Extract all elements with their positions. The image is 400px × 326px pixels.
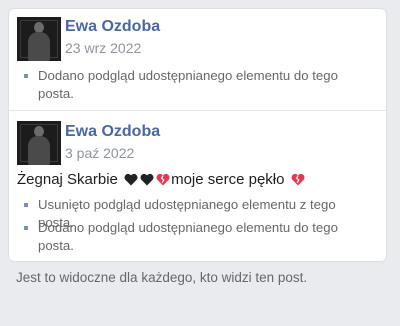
post-date[interactable]: 23 wrz 2022 — [65, 40, 141, 56]
history-entry: Ewa Ozdoba 3 paź 2022 Żegnaj Skarbie moj… — [9, 110, 386, 261]
black-heart-icon — [124, 173, 138, 186]
change-text: Dodano podgląd udostępnianego elementu d… — [38, 68, 338, 101]
avatar[interactable] — [17, 17, 61, 61]
message-text: Żegnaj Skarbie — [17, 171, 118, 188]
author-name[interactable]: Ewa Ozdoba — [65, 123, 160, 141]
history-entry: Ewa Ozdoba 23 wrz 2022 Dodano podgląd ud… — [9, 9, 386, 110]
bullet-icon — [24, 203, 28, 207]
broken-heart-icon — [291, 173, 305, 186]
change-item: Dodano podgląd udostępnianego elementu d… — [24, 67, 374, 103]
bullet-icon — [24, 226, 28, 230]
change-item: Dodano podgląd udostępnianego elementu d… — [24, 219, 374, 255]
bullet-icon — [24, 74, 28, 78]
broken-heart-icon — [156, 173, 170, 186]
black-heart-icon — [140, 173, 154, 186]
message-middle: moje serce pękło — [171, 171, 285, 188]
change-text: Dodano podgląd udostępnianego elementu d… — [38, 220, 338, 253]
visibility-note: Jest to widoczne dla każdego, kto widzi … — [16, 270, 308, 285]
post-history-card: Ewa Ozdoba 23 wrz 2022 Dodano podgląd ud… — [8, 8, 387, 262]
post-message: Żegnaj Skarbie moje serce pękło — [17, 171, 305, 188]
author-name[interactable]: Ewa Ozdoba — [65, 18, 160, 36]
avatar[interactable] — [17, 121, 61, 165]
post-date[interactable]: 3 paź 2022 — [65, 145, 134, 161]
